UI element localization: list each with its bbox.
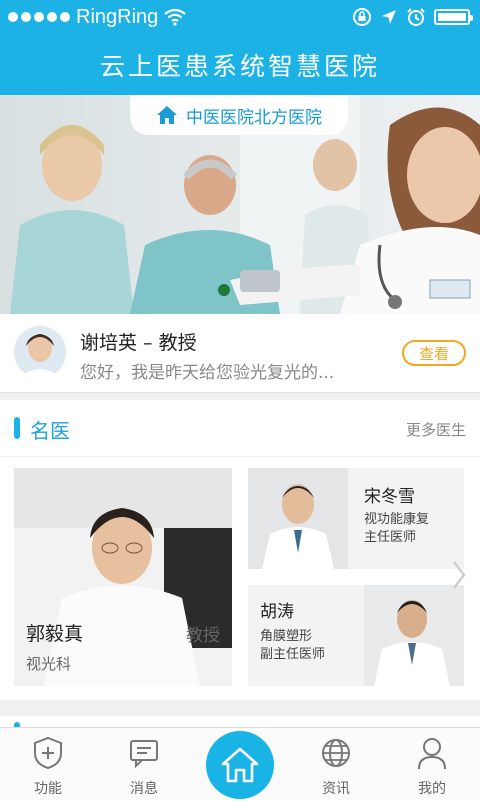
- view-button[interactable]: 查看: [402, 340, 466, 366]
- message-notification[interactable]: 谢培英 – 教授 您好，我是昨天给您验光复光的... 查看: [0, 314, 480, 393]
- hospital-selector[interactable]: 中医医院北方医院: [130, 95, 348, 135]
- user-icon: [418, 738, 446, 770]
- doctor-title: 主任医师: [364, 530, 417, 545]
- doctor-photo: [364, 585, 464, 686]
- hospital-name: 中医医院北方医院: [186, 107, 322, 128]
- tab-label: 资讯: [322, 781, 350, 797]
- tab-label: 功能: [34, 781, 62, 797]
- tab-messages[interactable]: 消息: [96, 728, 192, 801]
- tab-news[interactable]: 资讯: [288, 728, 384, 801]
- tab-label: 消息: [130, 781, 158, 797]
- home-icon: [221, 747, 259, 783]
- doctor-avatar: [14, 326, 66, 378]
- doctor-name: 胡涛: [260, 602, 294, 622]
- more-doctors-link[interactable]: 更多医生: [406, 419, 466, 440]
- battery-icon: [434, 9, 473, 25]
- message-sender: 谢培英 – 教授: [80, 332, 197, 354]
- doctor-title: 副主任医师: [260, 647, 326, 662]
- carousel-indicator[interactable]: [216, 284, 232, 300]
- doctor-photo: [248, 468, 348, 569]
- app-title-bar: 云上医患系统智慧医院: [0, 34, 480, 95]
- doctor-card[interactable]: 胡涛 角膜塑形 副主任医师: [248, 585, 464, 686]
- home-icon: [157, 106, 177, 124]
- doctor-specialty: 视功能康复: [364, 512, 430, 527]
- section-accent-bar: [14, 417, 20, 439]
- wifi-icon: [164, 8, 186, 26]
- status-bar: RingRing: [0, 0, 480, 34]
- signal-strength-icon: [8, 12, 70, 22]
- chat-icon: [130, 740, 158, 769]
- tab-functions[interactable]: 功能: [0, 728, 96, 801]
- doctor-card[interactable]: 宋冬雪 视功能康复 主任医师: [248, 468, 464, 569]
- globe-icon: [322, 739, 350, 767]
- app-title: 云上医患系统智慧医院: [99, 51, 380, 81]
- message-preview: 您好，我是昨天给您验光复光的...: [80, 363, 335, 383]
- location-icon: [382, 10, 396, 24]
- banner-carousel[interactable]: 中医医院北方医院: [0, 95, 480, 314]
- tab-profile[interactable]: 我的: [384, 728, 480, 801]
- section-header: 名医 更多医生: [0, 400, 480, 457]
- featured-doctor-card[interactable]: 郭毅真 教授 视光科: [14, 468, 232, 686]
- doctor-name: 宋冬雪: [364, 487, 415, 507]
- chevron-right-icon[interactable]: [452, 560, 466, 590]
- doctor-specialty: 角膜塑形: [260, 629, 313, 644]
- orientation-lock-icon: [353, 8, 371, 26]
- alarm-icon: [407, 8, 425, 26]
- featured-doctor-dept: 视光科: [26, 655, 72, 673]
- section-title: 名医: [30, 419, 70, 443]
- featured-doctor-name: 郭毅真: [26, 623, 84, 645]
- famous-doctors-section: 名医 更多医生 郭毅真 教授 视光科 宋冬雪 视功能康复 主任医师 胡涛 角膜塑…: [0, 400, 480, 700]
- tab-label: 我的: [418, 781, 446, 797]
- tab-home[interactable]: [206, 731, 274, 799]
- shield-plus-icon: [34, 736, 62, 770]
- featured-doctor-title: 教授: [186, 626, 220, 646]
- carrier-name: RingRing: [76, 5, 159, 28]
